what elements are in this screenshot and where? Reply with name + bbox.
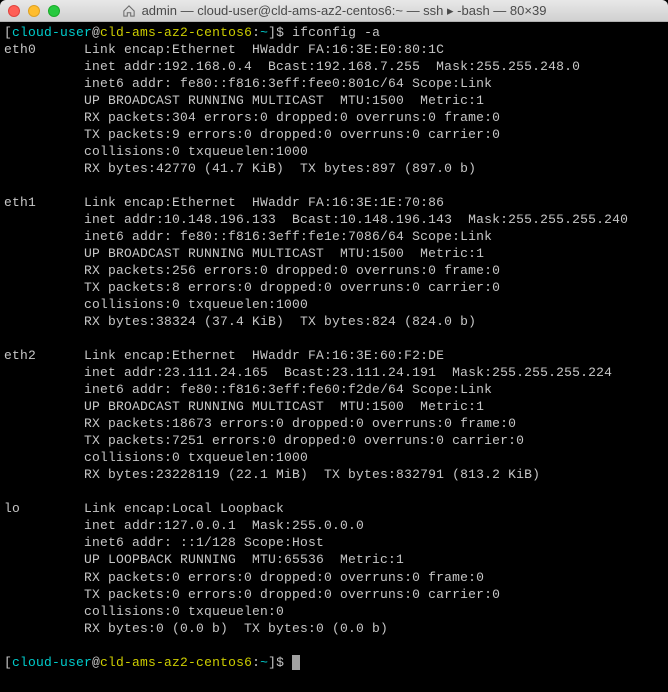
prompt-user: cloud-user	[12, 25, 92, 40]
window-title-text: admin — cloud-user@cld-ams-az2-centos6:~…	[142, 3, 547, 19]
home-icon	[122, 5, 136, 17]
prompt-path: ~	[260, 25, 268, 40]
zoom-button[interactable]	[48, 5, 60, 17]
close-button[interactable]	[8, 5, 20, 17]
prompt-line-2: [cloud-user@cld-ams-az2-centos6:~]$	[4, 655, 292, 670]
ifconfig-output: eth0 Link encap:Ethernet HWaddr FA:16:3E…	[4, 42, 628, 636]
cursor	[292, 655, 300, 670]
terminal-content[interactable]: [cloud-user@cld-ams-az2-centos6:~]$ ifco…	[0, 22, 668, 692]
prompt-host: cld-ams-az2-centos6	[100, 25, 252, 40]
minimize-button[interactable]	[28, 5, 40, 17]
titlebar[interactable]: admin — cloud-user@cld-ams-az2-centos6:~…	[0, 0, 668, 22]
terminal-window: admin — cloud-user@cld-ams-az2-centos6:~…	[0, 0, 668, 692]
prompt-line-1: [cloud-user@cld-ams-az2-centos6:~]$ ifco…	[4, 25, 380, 40]
traffic-lights	[8, 5, 60, 17]
command-text: ifconfig -a	[292, 25, 380, 40]
window-title: admin — cloud-user@cld-ams-az2-centos6:~…	[8, 3, 660, 19]
